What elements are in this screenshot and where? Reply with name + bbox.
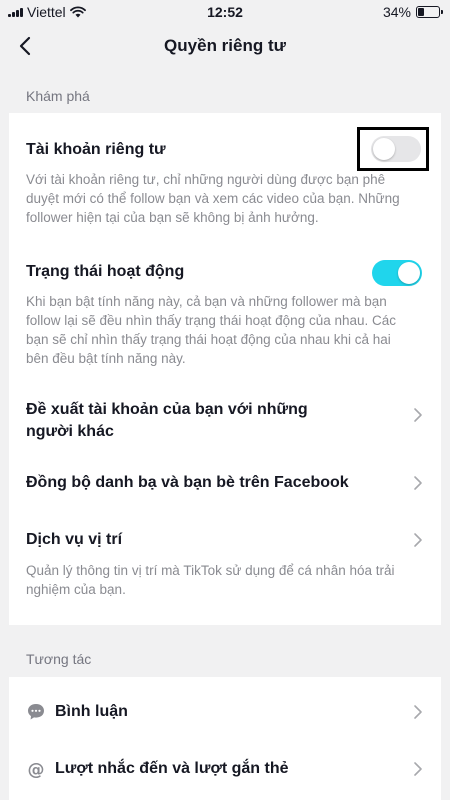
private-account-desc: Với tài khoản riêng tư, chỉ những người … bbox=[26, 172, 400, 225]
activity-status-toggle[interactable] bbox=[372, 260, 422, 286]
nav-bar: Quyền riêng tư bbox=[0, 24, 450, 68]
svg-text:@: @ bbox=[28, 760, 45, 779]
comment-icon bbox=[28, 704, 44, 720]
battery-percent: 34% bbox=[382, 4, 411, 20]
chevron-right-icon bbox=[414, 533, 422, 547]
discover-card: Tài khoản riêng tư Với tài khoản riêng t… bbox=[9, 113, 441, 625]
status-bar: Viettel 12:52 34% bbox=[0, 0, 450, 24]
suggest-account-title: Đề xuất tài khoản của bạn với những ngườ… bbox=[26, 401, 308, 440]
activity-status-desc: Khi bạn bật tính năng này, cả bạn và nhữ… bbox=[26, 294, 397, 366]
page-title: Quyền riêng tư bbox=[164, 36, 286, 55]
section-label-interactions: Tương tác bbox=[26, 651, 92, 667]
mentions-title: Lượt nhắc đến và lượt gắn thẻ bbox=[55, 760, 289, 777]
chevron-right-icon bbox=[414, 705, 422, 719]
private-account-title: Tài khoản riêng tư bbox=[26, 141, 166, 158]
battery-icon bbox=[416, 6, 443, 18]
at-icon: @ bbox=[28, 760, 45, 779]
activity-status-title: Trạng thái hoạt động bbox=[26, 263, 185, 280]
sync-contacts-title: Đồng bộ danh bạ và bạn bè trên Facebook bbox=[26, 474, 349, 491]
chevron-right-icon bbox=[414, 476, 422, 490]
status-right: 34% bbox=[382, 4, 443, 20]
section-label-discover: Khám phá bbox=[26, 88, 90, 104]
location-services-desc: Quản lý thông tin vị trí mà TikTok sử dụ… bbox=[26, 563, 395, 597]
location-services-title: Dịch vụ vị trí bbox=[26, 531, 123, 548]
chevron-right-icon bbox=[414, 762, 422, 776]
private-account-toggle[interactable] bbox=[371, 136, 421, 162]
chevron-right-icon bbox=[414, 408, 422, 422]
comments-title: Bình luận bbox=[55, 703, 128, 720]
interactions-card: Bình luận @ Lượt nhắc đến và lượt gắn th… bbox=[9, 677, 441, 800]
